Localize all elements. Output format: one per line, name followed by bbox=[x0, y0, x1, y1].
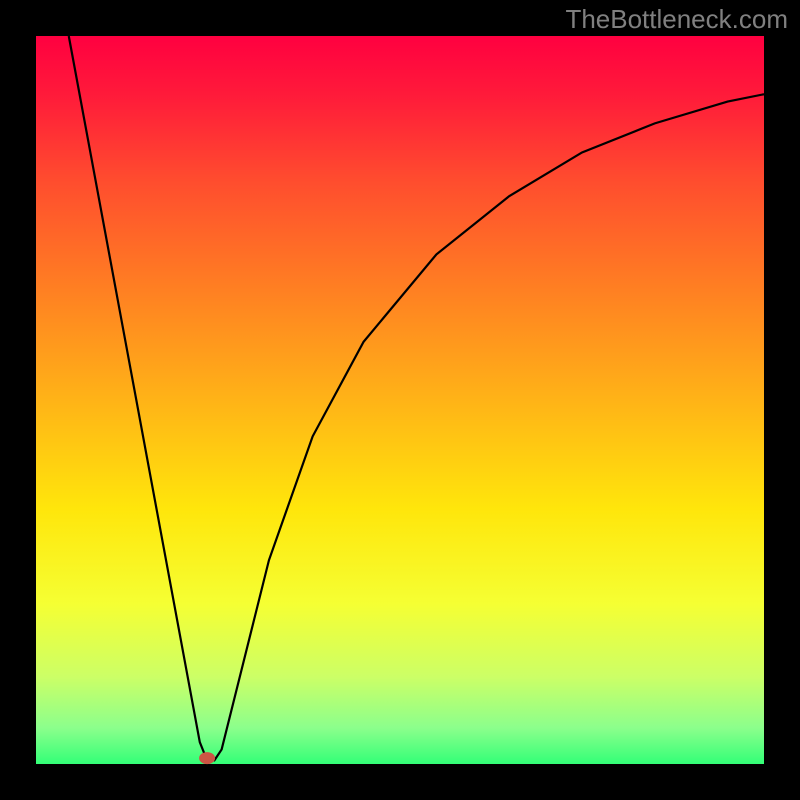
bottleneck-chart bbox=[0, 0, 800, 800]
chart-container bbox=[0, 0, 800, 800]
plot-background bbox=[36, 36, 764, 764]
optimal-marker bbox=[199, 752, 215, 764]
watermark-text: TheBottleneck.com bbox=[565, 4, 788, 35]
